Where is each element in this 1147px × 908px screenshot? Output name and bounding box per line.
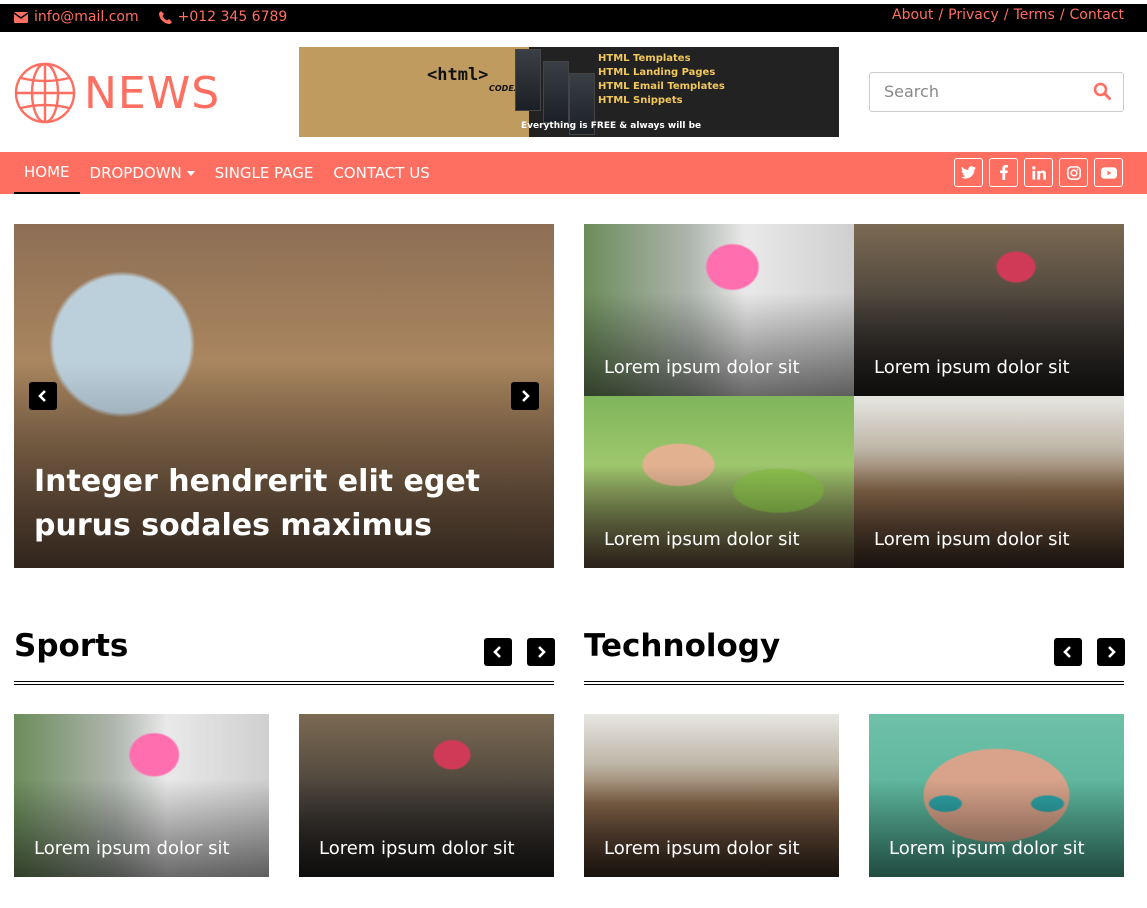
site-logo[interactable]: NEWS (14, 62, 220, 124)
chevron-left-icon (493, 646, 501, 658)
technology-card[interactable]: Lorem ipsum dolor sit (584, 714, 839, 877)
technology-next-button[interactable] (1097, 638, 1125, 666)
featured-caption: Lorem ipsum dolor sit (874, 529, 1070, 550)
youtube-icon (1100, 166, 1117, 179)
ad-tagline: Everything is FREE & always will be (521, 121, 702, 131)
sports-card[interactable]: Lorem ipsum dolor sit (14, 714, 269, 877)
image-overlay (14, 779, 269, 877)
sports-prev-button[interactable] (484, 638, 512, 666)
card-caption: Lorem ipsum dolor sit (604, 838, 800, 859)
nav-item-home[interactable]: HOME (14, 152, 80, 194)
card-caption: Lorem ipsum dolor sit (319, 838, 515, 859)
section-divider (14, 681, 554, 685)
image-overlay (584, 292, 854, 396)
facebook-button[interactable] (989, 158, 1018, 187)
nav-item-label: DROPDOWN (89, 164, 182, 182)
sports-next-button[interactable] (527, 638, 555, 666)
linkedin-icon (1031, 165, 1046, 180)
logo-text: NEWS (84, 67, 221, 119)
top-bar-contact: info@mail.com +012 345 6789 (14, 9, 287, 25)
section-title-sports: Sports (14, 628, 129, 664)
image-overlay (584, 779, 839, 877)
hero-next-button[interactable] (511, 382, 539, 410)
image-overlay (869, 779, 1124, 877)
hero-title[interactable]: Integer hendrerit elit eget purus sodale… (34, 460, 538, 548)
linkedin-button[interactable] (1024, 158, 1053, 187)
email-link[interactable]: info@mail.com (14, 9, 139, 25)
instagram-icon (1066, 165, 1081, 180)
image-overlay (584, 464, 854, 568)
featured-caption: Lorem ipsum dolor sit (874, 357, 1070, 378)
nav-item-dropdown[interactable]: DROPDOWN (80, 152, 205, 194)
link-separator: / (1059, 7, 1065, 23)
image-overlay (854, 292, 1124, 396)
ad-html-tag: <html> (427, 65, 489, 85)
nav-item-contact-us[interactable]: CONTACT US (323, 152, 439, 194)
featured-card[interactable]: Lorem ipsum dolor sit (854, 224, 1124, 396)
phone-icon (158, 10, 172, 24)
hero-slider[interactable]: Integer hendrerit elit eget purus sodale… (14, 224, 554, 568)
instagram-button[interactable] (1059, 158, 1088, 187)
chevron-right-icon (522, 390, 530, 402)
twitter-button[interactable] (954, 158, 983, 187)
featured-caption: Lorem ipsum dolor sit (604, 357, 800, 378)
phone-text: +012 345 6789 (177, 9, 288, 25)
social-links (954, 158, 1123, 187)
contact-link[interactable]: Contact (1070, 7, 1124, 23)
card-caption: Lorem ipsum dolor sit (34, 838, 230, 859)
envelope-icon (14, 11, 28, 23)
featured-caption: Lorem ipsum dolor sit (604, 529, 800, 550)
facebook-icon (999, 165, 1008, 180)
chevron-right-icon (1108, 646, 1116, 658)
terms-link[interactable]: Terms (1014, 7, 1055, 23)
card-caption: Lorem ipsum dolor sit (889, 838, 1085, 859)
email-text: info@mail.com (34, 9, 139, 25)
top-bar-links: About / Privacy / Terms / Contact (892, 7, 1124, 23)
ad-screenshot (543, 61, 569, 123)
featured-card[interactable]: Lorem ipsum dolor sit (854, 396, 1124, 568)
hero-prev-button[interactable] (29, 382, 57, 410)
chevron-left-icon (1063, 646, 1071, 658)
search-box (869, 72, 1124, 112)
main-nav: HOME DROPDOWN SINGLE PAGE CONTACT US (0, 152, 1147, 194)
nav-item-label: SINGLE PAGE (214, 164, 314, 182)
ad-banner[interactable]: <html> CODEX HTML Templates HTML Landing… (299, 47, 839, 137)
ad-feature-item: HTML Templates (598, 53, 691, 64)
chevron-right-icon (538, 646, 546, 658)
section-title-technology: Technology (584, 628, 781, 664)
search-button[interactable] (1093, 82, 1113, 102)
nav-item-label: CONTACT US (333, 164, 430, 182)
technology-card[interactable]: Lorem ipsum dolor sit (869, 714, 1124, 877)
section-divider (584, 681, 1124, 685)
caret-down-icon (186, 170, 195, 176)
link-separator: / (938, 7, 944, 23)
featured-card[interactable]: Lorem ipsum dolor sit (584, 224, 854, 396)
image-overlay (854, 464, 1124, 568)
ad-banner-left: <html> CODEX (299, 47, 529, 137)
ad-banner-right: HTML Templates HTML Landing Pages HTML E… (515, 47, 839, 137)
ad-screenshot (515, 49, 541, 111)
nav-item-label: HOME (24, 163, 70, 181)
nav-item-single-page[interactable]: SINGLE PAGE (205, 152, 324, 194)
ad-feature-item: HTML Snippets (598, 95, 683, 106)
about-link[interactable]: About (892, 7, 933, 23)
youtube-button[interactable] (1094, 158, 1123, 187)
search-icon (1093, 82, 1111, 100)
nav-menu: HOME DROPDOWN SINGLE PAGE CONTACT US (14, 152, 440, 194)
ad-feature-item: HTML Landing Pages (598, 67, 716, 78)
search-input[interactable] (870, 73, 1080, 110)
featured-card[interactable]: Lorem ipsum dolor sit (584, 396, 854, 568)
twitter-icon (961, 166, 976, 179)
technology-prev-button[interactable] (1054, 638, 1082, 666)
ad-feature-list: HTML Templates HTML Landing Pages HTML E… (598, 52, 725, 108)
phone-link[interactable]: +012 345 6789 (158, 9, 288, 25)
privacy-link[interactable]: Privacy (948, 7, 999, 23)
chevron-left-icon (38, 390, 46, 402)
image-overlay (299, 779, 554, 877)
ad-feature-item: HTML Email Templates (598, 81, 725, 92)
globe-icon (14, 62, 76, 124)
link-separator: / (1003, 7, 1009, 23)
sports-card[interactable]: Lorem ipsum dolor sit (299, 714, 554, 877)
top-bar: info@mail.com +012 345 6789 About / Priv… (0, 4, 1147, 32)
